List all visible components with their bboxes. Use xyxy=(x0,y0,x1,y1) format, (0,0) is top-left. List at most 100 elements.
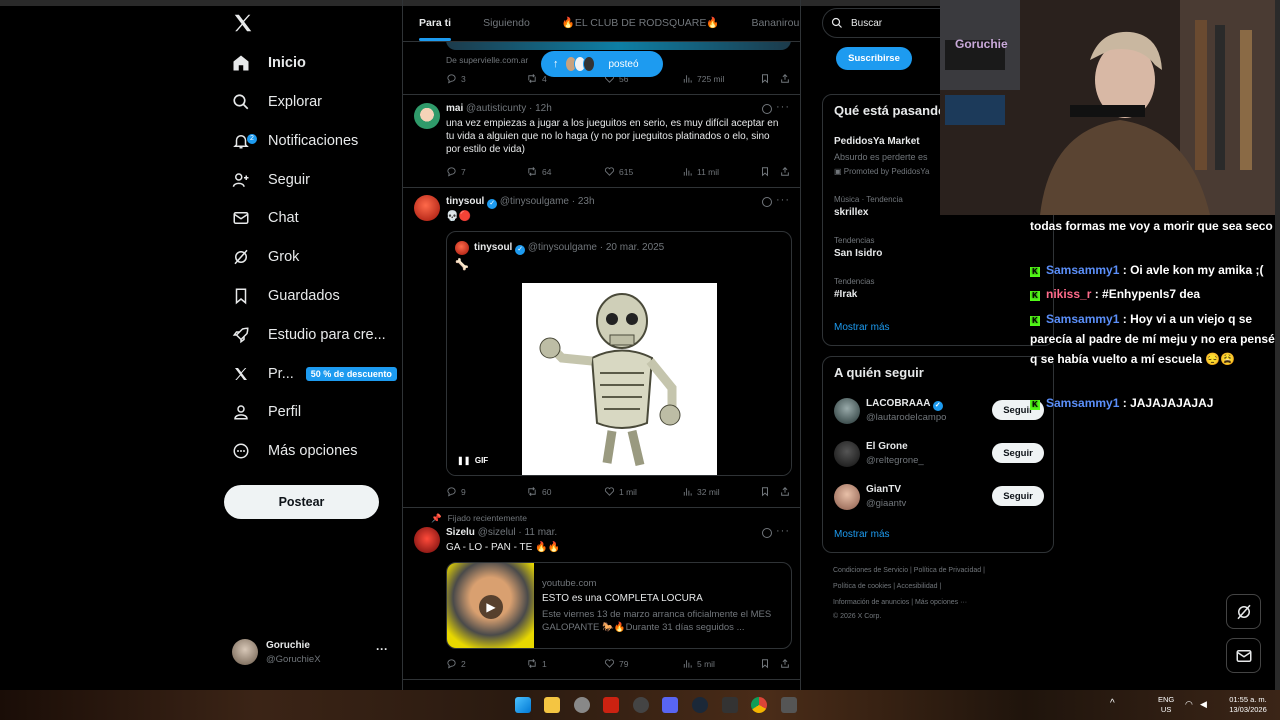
language-indicator[interactable]: ENG US xyxy=(1158,695,1174,715)
nav-item-grok[interactable]: Grok xyxy=(224,238,402,276)
promoted-trend-name[interactable]: PedidosYa Market xyxy=(834,136,920,147)
share-button[interactable] xyxy=(780,73,790,84)
share-button[interactable] xyxy=(780,486,790,497)
nav-item-notifications[interactable]: 2 Notificaciones xyxy=(224,122,402,160)
tweet-time[interactable]: · 12h xyxy=(529,103,552,114)
tweet-time[interactable]: · 23h xyxy=(572,196,595,207)
avatar[interactable] xyxy=(834,441,860,467)
app-icon[interactable] xyxy=(722,697,738,713)
nav-item-profile[interactable]: Perfil xyxy=(224,393,402,431)
trend-item[interactable]: #Irak xyxy=(834,289,857,300)
nav-item-premium[interactable]: Pr... 50 % de descuento xyxy=(224,355,402,393)
footer-links[interactable]: Condiciones de Servicio | Política de Pr… xyxy=(833,567,985,574)
chrome-icon[interactable] xyxy=(751,697,767,713)
share-button[interactable] xyxy=(780,166,790,177)
follow-button[interactable]: Seguir xyxy=(992,443,1044,463)
bookmark-button[interactable] xyxy=(760,73,770,84)
discord-icon[interactable] xyxy=(662,697,678,713)
retweet-button[interactable]: 64 xyxy=(526,166,551,177)
bookmark-button[interactable] xyxy=(760,658,770,669)
clock[interactable]: 01:55 a. m. 13/03/2026 xyxy=(1222,695,1274,715)
author-name[interactable]: mai xyxy=(446,103,463,114)
like-button[interactable]: 615 xyxy=(604,166,633,177)
like-button[interactable]: 79 xyxy=(604,658,628,669)
app-icon[interactable] xyxy=(781,697,797,713)
show-more-follow[interactable]: Mostrar más xyxy=(834,529,890,540)
reply-button[interactable]: 2 xyxy=(446,658,466,669)
volume-icon[interactable]: ◀ xyxy=(1200,699,1207,709)
search-input[interactable]: Buscar xyxy=(851,18,882,29)
trend-item[interactable]: skrillex xyxy=(834,207,868,218)
footer-links[interactable]: Información de anuncios | Más opciones ·… xyxy=(833,599,967,606)
author-name[interactable]: tinysoul xyxy=(446,196,484,207)
tab-bananirou[interactable]: Bananirou xyxy=(735,6,800,41)
app-icon[interactable] xyxy=(633,697,649,713)
reply-button[interactable]: 9 xyxy=(446,486,466,497)
avatar[interactable] xyxy=(834,398,860,424)
grok-icon[interactable] xyxy=(762,197,772,207)
views-button[interactable]: 32 mil xyxy=(682,486,720,497)
gif-badge[interactable]: ❚❚ GIF xyxy=(457,456,488,465)
avatar[interactable] xyxy=(414,195,440,221)
bookmark-button[interactable] xyxy=(760,486,770,497)
nav-item-bookmarks[interactable]: Guardados xyxy=(224,277,402,315)
retweet-button[interactable]: 1 xyxy=(526,658,547,669)
reply-button[interactable]: 3 xyxy=(446,73,466,84)
account-switcher[interactable]: Goruchie @GoruchieX ··· xyxy=(230,636,395,670)
grok-icon[interactable] xyxy=(762,104,772,114)
wifi-icon[interactable]: ◠ xyxy=(1185,699,1193,709)
views-button[interactable]: 11 mil xyxy=(682,166,719,177)
retweet-button[interactable]: 4 xyxy=(526,73,547,84)
show-more-trends[interactable]: Mostrar más xyxy=(834,322,890,333)
author-handle[interactable]: @tinysoulgame xyxy=(500,196,569,207)
tab-club-rodsquare[interactable]: 🔥EL CLUB DE RODSQUARE🔥 xyxy=(546,6,736,41)
nav-item-follow[interactable]: Seguir xyxy=(224,161,402,199)
more-icon[interactable]: ··· xyxy=(776,101,790,113)
nav-item-more-options[interactable]: Más opciones xyxy=(224,432,402,470)
x-logo-icon[interactable] xyxy=(232,12,258,38)
subscribe-button[interactable]: Suscribirse xyxy=(836,47,912,70)
trend-item[interactable]: San Isidro xyxy=(834,248,882,259)
tweet[interactable]: 📌 Fijado recientemente Sizelu @sizelul · … xyxy=(403,508,800,680)
windows-start-icon[interactable] xyxy=(515,697,531,713)
tab-for-you[interactable]: Para ti xyxy=(403,6,467,41)
quoted-tweet[interactable]: tinysoul ✓ @tinysoulgame · 20 mar. 2025 … xyxy=(446,231,792,476)
tweet-time[interactable]: · 11 mar. xyxy=(518,527,557,538)
footer-links[interactable]: Política de cookies | Accesibilidad | xyxy=(833,583,941,590)
follow-button[interactable]: Seguir xyxy=(992,486,1044,506)
new-posts-pill[interactable]: ↑ posteó xyxy=(541,51,663,77)
steam-icon[interactable] xyxy=(692,697,708,713)
profile-more-icon[interactable]: ··· xyxy=(376,642,388,656)
more-icon[interactable]: ··· xyxy=(776,525,790,537)
follow-suggestion-name[interactable]: GianTV xyxy=(866,484,901,495)
messages-fab-button[interactable] xyxy=(1226,638,1261,673)
reply-button[interactable]: 7 xyxy=(446,166,466,177)
follow-suggestion-name[interactable]: LACOBRAAA ✓ xyxy=(866,398,943,411)
avatar[interactable] xyxy=(414,103,440,129)
nav-item-home[interactable]: Inicio xyxy=(224,44,402,82)
grok-icon[interactable] xyxy=(762,528,772,538)
views-button[interactable]: 725 mil xyxy=(682,73,724,84)
nav-item-chat[interactable]: Chat xyxy=(224,199,402,237)
avatar[interactable] xyxy=(834,484,860,510)
timeline[interactable]: De supervielle.com.ar 3 4 56 725 mil mai… xyxy=(402,0,801,690)
views-button[interactable]: 5 mil xyxy=(682,658,715,669)
retweet-button[interactable]: 60 xyxy=(526,486,551,497)
gif-media[interactable]: ❚❚ GIF xyxy=(447,282,791,475)
tweet[interactable]: mai @autisticunty · 12h ··· una vez empi… xyxy=(403,95,800,188)
avatar[interactable] xyxy=(414,527,440,553)
share-button[interactable] xyxy=(780,658,790,669)
more-icon[interactable]: ··· xyxy=(776,194,790,206)
app-icon[interactable] xyxy=(574,697,590,713)
tray-chevron-icon[interactable]: ^ xyxy=(1110,699,1115,709)
like-button[interactable]: 1 mil xyxy=(604,486,637,497)
app-icon[interactable] xyxy=(603,697,619,713)
nav-item-creator-studio[interactable]: Estudio para cre... xyxy=(224,316,402,354)
play-icon[interactable]: ▶ xyxy=(479,595,503,619)
author-name[interactable]: Sizelu xyxy=(446,527,475,538)
follow-suggestion-name[interactable]: El Grone xyxy=(866,441,908,452)
link-card[interactable]: ▶ youtube.com ESTO es una COMPLETA LOCUR… xyxy=(446,562,792,649)
tab-following[interactable]: Siguiendo xyxy=(467,6,546,41)
post-button[interactable]: Postear xyxy=(224,485,379,519)
grok-fab-button[interactable] xyxy=(1226,594,1261,629)
